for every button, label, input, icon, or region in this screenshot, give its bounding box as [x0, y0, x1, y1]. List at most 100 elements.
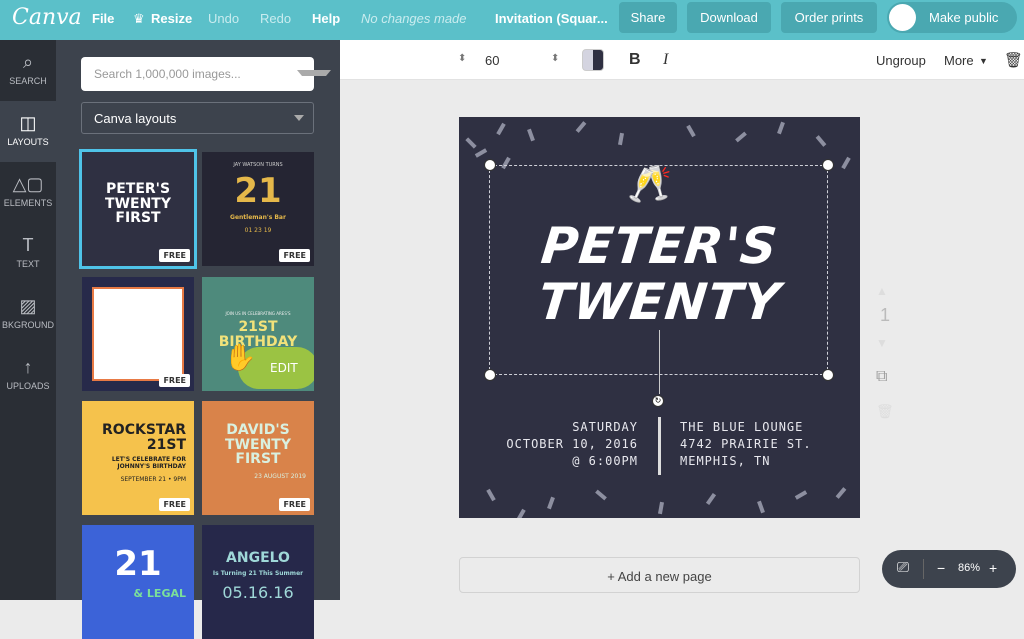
resize-handle[interactable] — [484, 159, 496, 171]
redo-button[interactable]: Redo — [260, 11, 291, 26]
thumb-title: PETER'S TWENTY FIRST — [105, 181, 171, 227]
thumb-sub: & LEGAL — [133, 586, 187, 600]
layouts-icon: ◫ — [19, 113, 37, 133]
crown-icon: ♛ — [133, 11, 145, 26]
resize-handle[interactable] — [822, 159, 834, 171]
confetti-piece — [657, 501, 665, 515]
confetti-piece — [757, 500, 765, 514]
event-venue-block[interactable]: THE BLUE LOUNGE 4742 PRAIRIE ST. MEMPHIS… — [680, 419, 812, 470]
rail-label: UPLOADS — [6, 381, 50, 391]
duplicate-page-icon[interactable]: ⧉ — [876, 368, 887, 386]
layout-thumbnail[interactable]: JOIN US IN CELEBRATING ARES'S 21ST BIRTHD… — [202, 277, 314, 391]
thumb-sub: LET'S CELEBRATE FOR JOHNNY'S BIRTHDAY — [111, 456, 186, 471]
rail-uploads[interactable]: ↑ UPLOADS — [0, 345, 56, 406]
thumb-sub: Gentleman's Bar — [230, 213, 286, 221]
event-time: @ 6:00PM — [572, 454, 638, 468]
rail-elements[interactable]: △▢ ELEMENTS — [0, 162, 56, 223]
order-prints-button[interactable]: Order prints — [781, 2, 877, 33]
thumb-date: SEPTEMBER 21 • 9PM — [120, 476, 186, 484]
layout-thumbnail[interactable]: You're invited!LUKE MATTHEW'S 21ST BIRTH… — [82, 277, 194, 391]
confetti-piece — [496, 122, 506, 136]
free-badge: FREE — [279, 249, 310, 262]
thumb-sub: JOIN US IN CELEBRATING ARES'S — [225, 311, 291, 316]
rail-text[interactable]: T TEXT — [0, 223, 56, 284]
confetti-piece — [595, 489, 607, 501]
chevron-down-icon — [294, 115, 304, 121]
thumb-title: 21 — [114, 544, 162, 584]
font-size-stepper[interactable]: ⬍ — [551, 53, 559, 64]
venue-street: 4742 PRAIRIE ST. — [680, 437, 812, 451]
rail-search[interactable]: ⌕ SEARCH — [0, 40, 56, 101]
image-search-input[interactable]: Search 1,000,000 images... — [81, 57, 314, 91]
layout-thumbnail[interactable]: ANGELO Is Turning 21 This Summer 05.16.16 — [202, 525, 314, 639]
confetti-piece — [705, 492, 717, 506]
event-day: SATURDAY — [572, 420, 638, 434]
thumb-top: JAY WATSON TURNS — [233, 162, 283, 168]
make-public-toggle[interactable]: Make public — [887, 2, 1017, 33]
free-badge: FREE — [159, 249, 190, 262]
save-status: No changes made — [361, 11, 467, 26]
layout-thumbnail[interactable]: PETER'S TWENTY FIRST FREE — [79, 149, 197, 269]
ungroup-button[interactable]: Ungroup — [876, 53, 926, 68]
confetti-piece — [474, 148, 488, 158]
page-down-icon[interactable]: ▼ — [876, 336, 888, 350]
resize-handle[interactable] — [822, 369, 834, 381]
add-page-button[interactable]: + Add a new page — [459, 557, 860, 593]
confetti-piece — [465, 137, 477, 149]
document-title[interactable]: Invitation (Squar... — [495, 11, 608, 26]
italic-button[interactable]: I — [663, 51, 668, 69]
thumb-title: ANGELO — [226, 550, 290, 566]
layout-thumbnail[interactable]: JAY WATSON TURNS 21 Gentleman's Bar 01 23 1… — [202, 152, 314, 266]
more-button[interactable]: More — [944, 53, 974, 68]
confetti-piece — [575, 121, 587, 133]
font-stepper-icon[interactable]: ⬍ — [458, 53, 466, 64]
rail-layouts[interactable]: ◫ LAYOUTS — [0, 101, 56, 162]
zoom-out-button[interactable]: − — [937, 560, 945, 576]
layouts-select-value: Canva layouts — [94, 111, 177, 126]
help-menu[interactable]: Help — [312, 11, 340, 26]
thumb-sub: Is Turning 21 This Summer — [212, 569, 304, 577]
rail-label: LAYOUTS — [7, 137, 49, 147]
thumb-date: 23 AUGUST 2019 — [254, 473, 306, 481]
text-color-swatch[interactable] — [582, 49, 604, 71]
thumb-title: 21 — [234, 171, 282, 211]
free-badge: FREE — [279, 498, 310, 511]
canva-logo[interactable]: Canva — [12, 5, 82, 30]
trash-icon[interactable]: 🗑 — [1004, 51, 1023, 69]
thumb-date: 01 23 19 — [244, 226, 272, 234]
download-button[interactable]: Download — [687, 2, 771, 33]
rotate-handle-icon[interactable]: ↻ — [652, 395, 664, 407]
event-date: OCTOBER 10, 2016 — [506, 437, 638, 451]
divider-line — [658, 417, 661, 475]
font-size-input[interactable]: 60 — [485, 53, 499, 68]
zoom-in-button[interactable]: + — [989, 560, 997, 576]
present-icon[interactable]: ⎚ — [897, 559, 909, 576]
delete-page-icon[interactable]: 🗑 — [876, 403, 894, 420]
confetti-piece — [835, 487, 847, 499]
confetti-piece — [841, 156, 851, 170]
page-up-icon[interactable]: ▲ — [876, 284, 888, 298]
share-button[interactable]: Share — [619, 2, 677, 33]
resize-menu[interactable]: Resize — [151, 11, 192, 26]
free-badge: FREE — [159, 374, 190, 387]
layout-thumbnail[interactable]: DAVID'S TWENTY FIRST 23 AUGUST 2019 FREE — [202, 401, 314, 515]
confetti-piece — [815, 135, 827, 147]
text-icon: T — [22, 235, 34, 255]
venue-city: MEMPHIS, TN — [680, 454, 771, 468]
undo-button[interactable]: Undo — [208, 11, 239, 26]
layouts-select[interactable]: Canva layouts — [81, 102, 314, 134]
bold-button[interactable]: B — [629, 51, 641, 69]
resize-handle[interactable] — [484, 369, 496, 381]
confetti-piece — [516, 508, 526, 518]
layout-thumbnail[interactable]: ROCKSTAR 21ST LET'S CELEBRATE FOR JOHNNY'… — [82, 401, 194, 515]
left-rail: ⌕ SEARCH ◫ LAYOUTS △▢ ELEMENTS T TEXT ▨ BKGRO… — [0, 40, 56, 600]
elements-icon: △▢ — [12, 174, 44, 194]
zoom-level[interactable]: 86% — [958, 562, 980, 574]
rail-background[interactable]: ▨ BKGROUND — [0, 284, 56, 345]
chevron-down-icon — [297, 70, 331, 76]
event-date-block[interactable]: SATURDAY OCTOBER 10, 2016 @ 6:00PM — [506, 419, 638, 470]
layout-thumbnail[interactable]: 21 & LEGAL — [82, 525, 194, 639]
file-menu[interactable]: File — [92, 11, 114, 26]
divider — [923, 559, 924, 579]
confetti-piece — [617, 132, 625, 146]
